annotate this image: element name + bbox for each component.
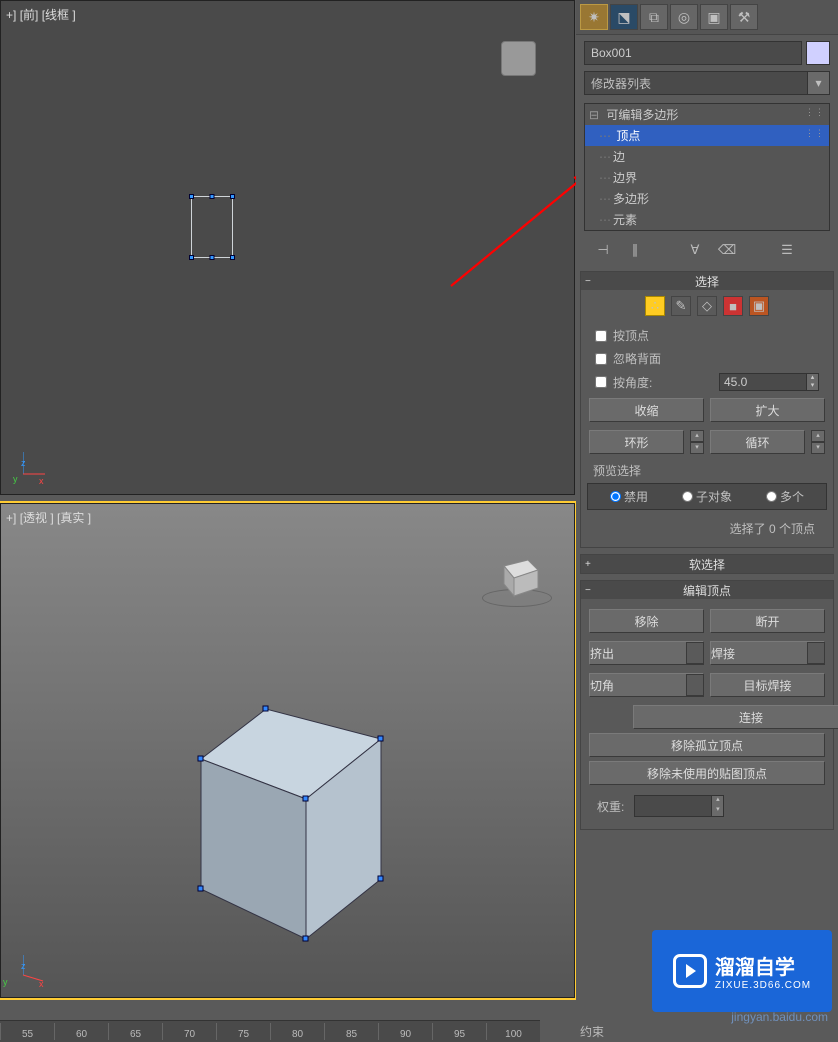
extrude-button[interactable]: 挤出: [589, 641, 704, 665]
shaded-box[interactable]: [181, 704, 381, 934]
command-panel: ✷ ⬔ ⧉ ◎ ▣ ⚒ 修改器列表 ▾ 可编辑多边形⋮⋮ 顶点⋮⋮ 边 边界 多…: [576, 0, 838, 1042]
show-end-result-icon[interactable]: ∥: [626, 241, 644, 259]
edge-mode-icon[interactable]: ✎: [671, 296, 691, 316]
soft-selection-header[interactable]: +软选择: [581, 555, 833, 573]
viewport-front[interactable]: +] [前] [线框 ] zxy: [0, 0, 575, 495]
modify-tab-icon[interactable]: ⬔: [610, 4, 638, 30]
weld-settings-icon[interactable]: [807, 642, 825, 664]
wireframe-box[interactable]: [191, 196, 233, 258]
modifier-list-dropdown[interactable]: 修改器列表 ▾: [584, 71, 830, 95]
display-tab-icon[interactable]: ▣: [700, 4, 728, 30]
constraint-label: 约束: [580, 1023, 604, 1040]
element-mode-icon[interactable]: ▣: [749, 296, 769, 316]
play-icon: [673, 954, 707, 988]
watermark-badge: 溜溜自学 ZIXUE.3D66.COM: [652, 930, 832, 1012]
utilities-tab-icon[interactable]: ⚒: [730, 4, 758, 30]
target-weld-button[interactable]: 目标焊接: [710, 673, 825, 697]
weight-spinner[interactable]: ▴▾: [634, 795, 724, 817]
by-vertex-label: 按顶点: [613, 327, 649, 344]
edit-vertices-header[interactable]: −编辑顶点: [581, 581, 833, 599]
stack-sub-element[interactable]: 元素: [585, 209, 829, 230]
command-panel-tabs: ✷ ⬔ ⧉ ◎ ▣ ⚒: [576, 0, 838, 35]
viewport-perspective-label[interactable]: +] [透视 ] [真实 ]: [6, 509, 91, 526]
pin-stack-icon[interactable]: ⊣: [594, 241, 612, 259]
chamfer-button[interactable]: 切角: [589, 673, 704, 697]
viewport-front-label[interactable]: +] [前] [线框 ]: [6, 6, 76, 23]
stack-sub-polygon[interactable]: 多边形: [585, 188, 829, 209]
watermark-url: jingyan.baidu.com: [731, 1010, 828, 1024]
subobject-icons: ∴ ✎ ◇ ■ ▣: [587, 296, 827, 316]
hierarchy-tab-icon[interactable]: ⧉: [640, 4, 668, 30]
configure-sets-icon[interactable]: ☰: [778, 241, 796, 259]
remove-button[interactable]: 移除: [589, 609, 704, 633]
preview-none-radio[interactable]: [610, 491, 621, 502]
weld-button[interactable]: 焊接: [710, 641, 825, 665]
chevron-down-icon[interactable]: ▾: [807, 72, 829, 94]
preview-selection-label: 预览选择: [587, 458, 827, 483]
stack-sub-border[interactable]: 边界: [585, 167, 829, 188]
object-name-input[interactable]: [584, 41, 802, 65]
axis-gizmo-icon: zxy: [9, 446, 49, 486]
break-button[interactable]: 断开: [710, 609, 825, 633]
connect-button[interactable]: 连接: [633, 705, 838, 729]
soft-selection-rollout: +软选择: [580, 554, 834, 574]
stack-toolbar: ⊣ ∥ ∀ ⌫ ☰: [576, 235, 838, 265]
border-mode-icon[interactable]: ◇: [697, 296, 717, 316]
chamfer-settings-icon[interactable]: [686, 674, 704, 696]
polygon-mode-icon[interactable]: ■: [723, 296, 743, 316]
weight-label: 权重:: [597, 798, 624, 815]
edit-vertices-rollout: −编辑顶点 移除 断开 挤出 焊接 切角 目标焊接 连接 移除孤立顶点 移除未使…: [580, 580, 834, 830]
by-vertex-checkbox[interactable]: [595, 330, 607, 342]
preview-subobj-radio[interactable]: [682, 491, 693, 502]
loop-spinner[interactable]: ▴▾: [811, 430, 825, 454]
extrude-settings-icon[interactable]: [686, 642, 704, 664]
selection-rollout-header[interactable]: −选择: [581, 272, 833, 290]
selection-rollout: −选择 ∴ ✎ ◇ ■ ▣ 按顶点 忽略背面 按角度: 45.: [580, 271, 834, 548]
selection-status: 选择了 0 个顶点: [587, 510, 827, 541]
loop-button[interactable]: 循环: [710, 430, 805, 454]
motion-tab-icon[interactable]: ◎: [670, 4, 698, 30]
remove-modifier-icon[interactable]: ⌫: [718, 241, 736, 259]
ignore-backfacing-checkbox[interactable]: [595, 353, 607, 365]
stack-sub-edge[interactable]: 边: [585, 146, 829, 167]
ignore-backfacing-label: 忽略背面: [613, 350, 661, 367]
angle-spinner[interactable]: 45.0 ▴▾: [719, 373, 819, 391]
remove-isolated-button[interactable]: 移除孤立顶点: [589, 733, 825, 757]
by-angle-label: 按角度:: [613, 374, 652, 391]
viewport-perspective[interactable]: +] [透视 ] [真实 ]: [0, 503, 575, 998]
shrink-button[interactable]: 收缩: [589, 398, 704, 422]
viewcube-icon[interactable]: [501, 41, 536, 76]
ring-button[interactable]: 环形: [589, 430, 684, 454]
axis-gizmo-icon: zxy: [9, 949, 49, 989]
vertex-mode-icon[interactable]: ∴: [645, 296, 665, 316]
preview-multi-radio[interactable]: [766, 491, 777, 502]
ring-spinner[interactable]: ▴▾: [690, 430, 704, 454]
grow-button[interactable]: 扩大: [710, 398, 825, 422]
time-slider[interactable]: 55 60 65 70 75 80 85 90 95 100: [0, 1020, 540, 1042]
modifier-stack[interactable]: 可编辑多边形⋮⋮ 顶点⋮⋮ 边 边界 多边形 元素: [584, 103, 830, 231]
viewcube-icon[interactable]: [494, 544, 544, 594]
stack-root[interactable]: 可编辑多边形⋮⋮: [585, 104, 829, 125]
create-tab-icon[interactable]: ✷: [580, 4, 608, 30]
preview-radio-row: 禁用 子对象 多个: [587, 483, 827, 510]
remove-unused-map-button[interactable]: 移除未使用的贴图顶点: [589, 761, 825, 785]
object-color-swatch[interactable]: [806, 41, 830, 65]
by-angle-checkbox[interactable]: [595, 376, 607, 388]
make-unique-icon[interactable]: ∀: [686, 241, 704, 259]
stack-sub-vertex[interactable]: 顶点⋮⋮: [585, 125, 829, 146]
